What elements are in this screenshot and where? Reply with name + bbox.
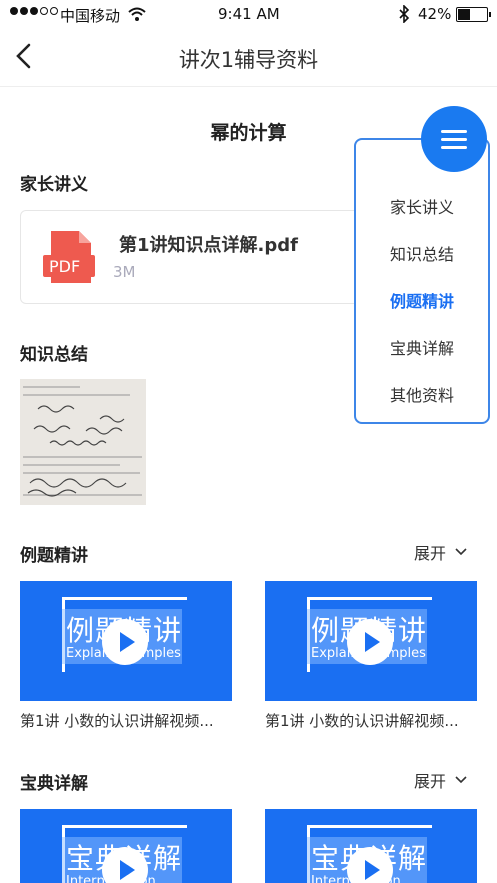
bluetooth-icon <box>399 5 410 23</box>
menu-item-examples[interactable]: 例题精讲 <box>356 288 488 312</box>
example-video-caption-2: 第1讲 小数的认识讲解视频... <box>265 712 459 730</box>
menu-item-summary[interactable]: 知识总结 <box>356 241 488 265</box>
section-title-examples: 例题精讲 <box>20 546 88 566</box>
example-video-thumbnail-1[interactable]: 例题精讲 Explain Examples <box>20 581 232 701</box>
handwritten-notes-image <box>23 386 142 497</box>
signal-strength-icon <box>10 7 58 15</box>
section-title-handout: 家长讲义 <box>20 175 88 195</box>
treasury-expand-toggle[interactable]: 展开 <box>414 768 468 792</box>
examples-expand-toggle[interactable]: 展开 <box>414 540 468 564</box>
section-title-summary: 知识总结 <box>20 345 88 365</box>
pdf-file-name: 第1讲知识点详解.pdf <box>119 235 298 256</box>
menu-toggle-button[interactable] <box>421 106 487 172</box>
section-nav-menu: 家长讲义 知识总结 例题精讲 宝典详解 其他资料 <box>354 138 490 424</box>
pdf-file-icon: PDF <box>41 229 97 285</box>
battery-icon <box>456 7 491 22</box>
menu-item-handout[interactable]: 家长讲义 <box>356 194 488 218</box>
page-title: 讲次1辅导资料 <box>178 48 319 72</box>
chevron-down-icon <box>455 548 467 556</box>
chevron-down-icon <box>455 776 467 784</box>
battery-percent: 42% <box>418 5 452 23</box>
status-bar: 中国移动 9:41 AM 42% <box>0 0 497 30</box>
wifi-icon <box>128 7 146 21</box>
carrier-label: 中国移动 <box>60 7 121 25</box>
example-video-caption-1: 第1讲 小数的认识讲解视频... <box>20 712 214 730</box>
pdf-file-size: 3M <box>113 263 136 281</box>
nav-bar: 讲次1辅导资料 <box>0 30 497 87</box>
summary-photo[interactable] <box>20 379 146 505</box>
treasury-video-thumbnail-2[interactable]: 宝典详解 Interpretation <box>265 809 477 883</box>
section-title-treasury: 宝典详解 <box>20 774 88 794</box>
example-video-thumbnail-2[interactable]: 例题精讲 Explain Examples <box>265 581 477 701</box>
menu-item-other[interactable]: 其他资料 <box>356 382 488 406</box>
play-icon[interactable] <box>102 619 148 665</box>
clock-label: 9:41 AM <box>218 5 280 23</box>
treasury-video-thumbnail-1[interactable]: 宝典详解 Interpretation <box>20 809 232 883</box>
play-icon[interactable] <box>347 619 393 665</box>
menu-item-treasury[interactable]: 宝典详解 <box>356 335 488 359</box>
